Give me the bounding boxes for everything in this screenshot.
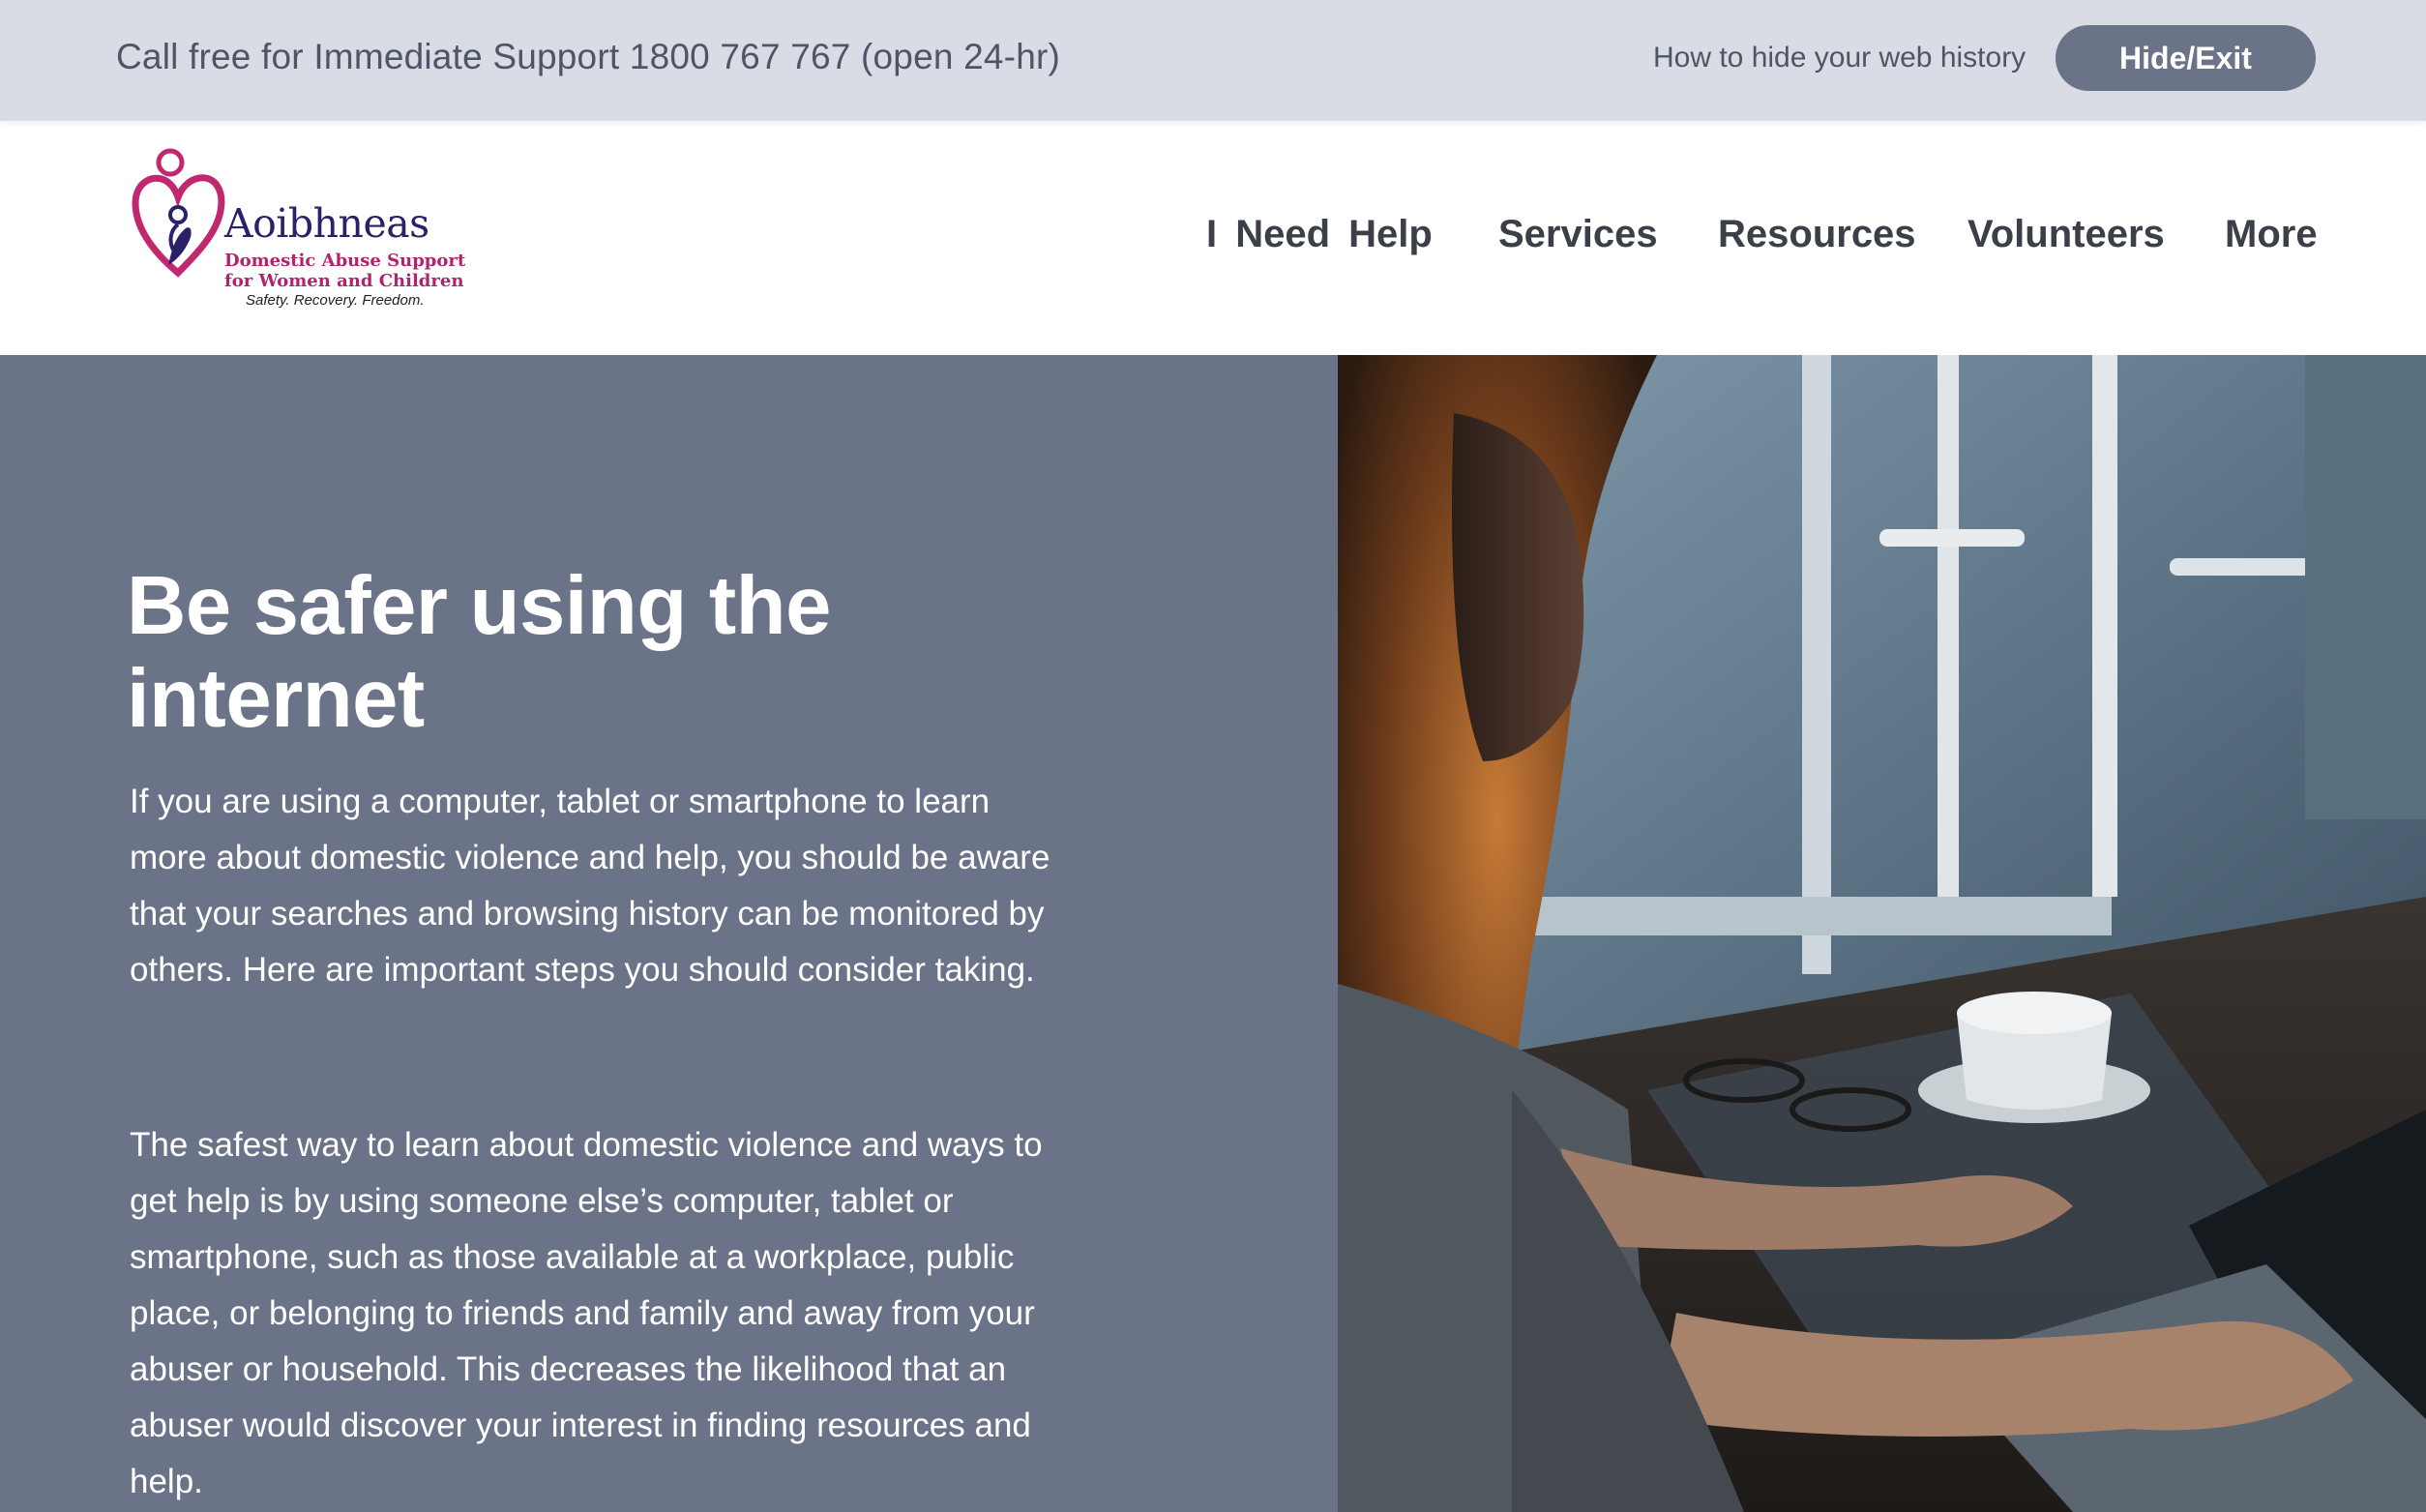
main-nav: I Need Help Services Resources Volunteer… [0, 213, 2426, 271]
intro-paragraph: If you are using a computer, tablet or s… [130, 783, 1050, 989]
nav-item-resources[interactable]: Resources [1718, 213, 1916, 256]
safety-paragraph: The safest way to learn about domestic v… [130, 1126, 1043, 1500]
hero-section: Be safer using the internet If you are u… [0, 355, 2426, 1512]
hide-exit-button[interactable]: Hide/Exit [2056, 25, 2316, 91]
nav-item-volunteers[interactable]: Volunteers [1967, 213, 2165, 256]
nav-item-i-need-help[interactable]: I Need Help [1206, 213, 1433, 256]
nav-item-more[interactable]: More [2225, 213, 2318, 256]
hero-photo-woman-laptop [1338, 355, 2426, 1512]
page-title: Be safer using the internet [127, 560, 831, 745]
support-phone-text: Call free for Immediate Support 1800 767… [116, 37, 1061, 76]
logo-tagline: Safety. Recovery. Freedom. [246, 292, 425, 309]
site-header: Aoibhneas Domestic Abuse Support for Wom… [0, 121, 2426, 355]
logo-subtitle-line2: for Women and Children [224, 271, 464, 291]
hero-text-panel: Be safer using the internet If you are u… [0, 355, 1338, 1512]
nav-item-services[interactable]: Services [1498, 213, 1658, 256]
hide-web-history-link[interactable]: How to hide your web history [1653, 42, 2026, 74]
support-bar: Call free for Immediate Support 1800 767… [0, 0, 2426, 121]
